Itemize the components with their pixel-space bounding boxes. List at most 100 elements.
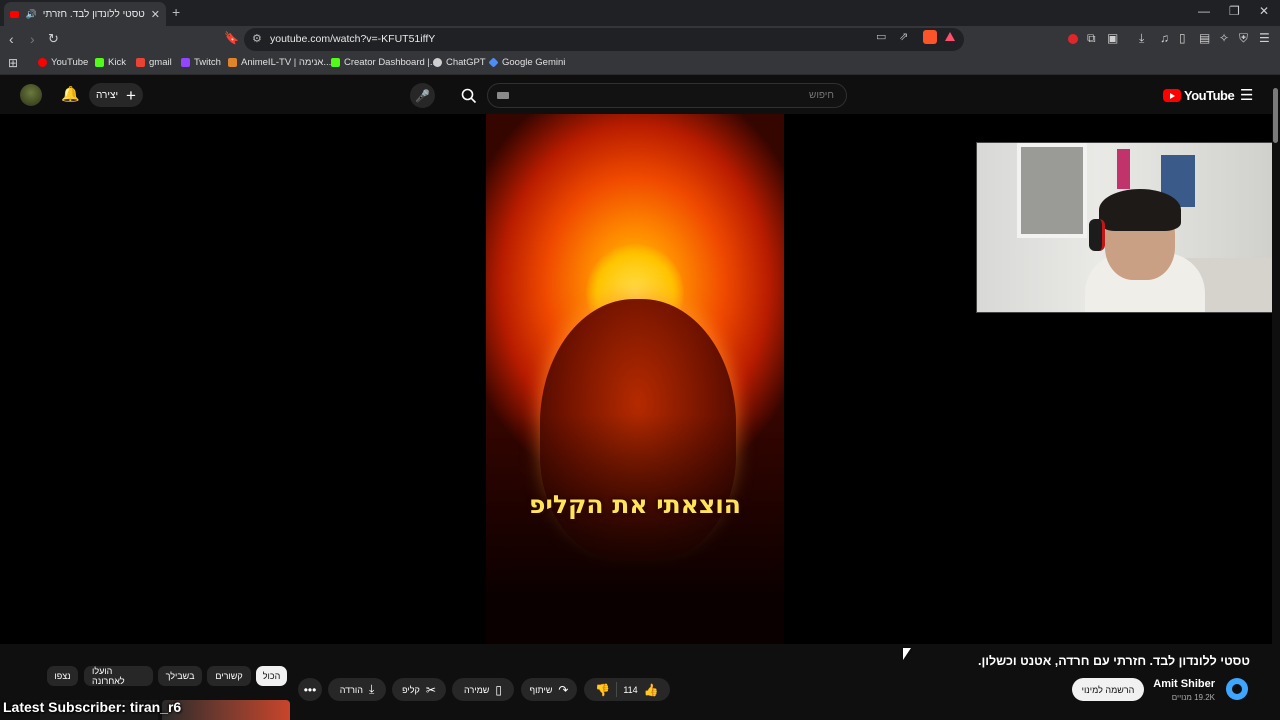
new-tab-icon[interactable]: + — [172, 4, 180, 20]
bookmark-label: Google Gemini — [502, 57, 566, 68]
bookmark-gemini[interactable]: Google Gemini — [488, 57, 566, 68]
dislike-icon[interactable]: 👎 — [595, 683, 610, 697]
chip-related[interactable]: קשורים — [207, 666, 251, 686]
save-button[interactable]: שמירה ▯ — [452, 678, 514, 701]
recommended-video-thumbnail[interactable] — [162, 700, 290, 720]
keyboard-icon[interactable] — [497, 92, 509, 99]
browser-tab-active[interactable]: 🔊 טסטי ללונדון לבד. חזרתי עם ח ✕ — [4, 2, 166, 26]
webcam-poster — [1117, 149, 1130, 189]
guide-menu-icon[interactable]: ☰ — [1240, 86, 1253, 104]
share-button[interactable]: שיתוף ↷ — [521, 678, 577, 701]
close-window-icon[interactable]: ✕ — [1259, 4, 1269, 18]
close-tab-icon[interactable]: ✕ — [151, 8, 160, 21]
cast-icon[interactable]: ▭ — [876, 30, 886, 43]
chip-watched[interactable]: נצפו — [47, 666, 78, 686]
clip-button[interactable]: קליפ ✂ — [392, 678, 446, 701]
gmail-icon — [136, 58, 145, 67]
site-info-icon[interactable]: ⚙ — [252, 32, 262, 45]
address-bar[interactable]: ⚙ youtube.com/watch?v=-KFUT51iffY — [244, 28, 964, 51]
bookmark-label: Kick — [108, 57, 126, 68]
subscribe-button[interactable]: הרשמה למינוי — [1072, 678, 1144, 701]
clip-label: קליפ — [402, 684, 420, 695]
bookmark-label: ChatGPT — [446, 57, 486, 68]
chip-recently-uploaded[interactable]: הועלו לאחרונה — [84, 666, 153, 686]
browser-toolbar: ‹ › ↻ 🔖 ⚙ youtube.com/watch?v=-KFUT51iff… — [0, 26, 1280, 53]
bookmark-youtube[interactable]: YouTube — [38, 57, 88, 68]
like-count[interactable]: 114 — [623, 685, 637, 695]
download-icon[interactable]: ⤓ — [1139, 31, 1144, 46]
vpn-icon[interactable]: ⛨ — [1239, 31, 1248, 46]
sidebar-icon[interactable]: ▯ — [1179, 31, 1186, 45]
share-page-icon[interactable]: ⇗ — [899, 30, 908, 43]
gemini-icon — [488, 57, 499, 68]
download-arrow-icon: ⤓ — [368, 682, 375, 696]
bookmark-label: gmail — [149, 57, 172, 68]
plus-icon: + — [126, 85, 136, 105]
webcam-person-hair — [1099, 189, 1181, 231]
more-actions-button[interactable]: ••• — [298, 678, 322, 701]
menu-icon[interactable]: ☰ — [1259, 31, 1270, 45]
like-icon[interactable]: 👍 — [644, 683, 659, 697]
search-button[interactable] — [456, 83, 481, 108]
extension-record-icon[interactable] — [1068, 34, 1078, 44]
voice-search-mic-icon[interactable]: 🎤 — [410, 83, 435, 108]
video-shadow — [486, 414, 784, 644]
webcam-overlay — [976, 142, 1280, 313]
back-icon[interactable]: ‹ — [9, 31, 14, 47]
bookmark-icon[interactable]: 🔖 — [224, 31, 239, 45]
chip-all[interactable]: הכול — [256, 666, 287, 686]
notifications-bell-icon[interactable]: 🔔 — [61, 85, 80, 103]
bookmark-creator-dashboard[interactable]: Creator Dashboard |... — [331, 57, 438, 68]
media-icon[interactable]: ♫ — [1160, 31, 1169, 45]
restore-icon[interactable]: ❐ — [1229, 4, 1240, 18]
bookmark-twitch[interactable]: Twitch — [181, 57, 221, 68]
wallet-icon[interactable]: ▤ — [1199, 31, 1210, 45]
kick-icon — [95, 58, 104, 67]
bookmark-chatgpt[interactable]: ChatGPT — [433, 57, 486, 68]
channel-subscriber-count: 19.2K מנויים — [1171, 693, 1215, 702]
channel-name[interactable]: Amit Shiber — [1153, 678, 1215, 690]
bookmark-label: Creator Dashboard |... — [344, 57, 438, 68]
create-button[interactable]: יצירה + — [89, 83, 143, 107]
account-avatar[interactable] — [20, 84, 42, 106]
youtube-logo-text: YouTube — [1184, 88, 1235, 103]
browser-tabstrip: 🔊 טסטי ללונדון לבד. חזרתי עם ח ✕ + — ❐ ✕ — [0, 0, 1280, 26]
video-title: טסטי ללונדון לבד. חזרתי עם חרדה, אטנט וכ… — [978, 654, 1250, 668]
extensions-icon[interactable]: ⧉ — [1087, 31, 1096, 46]
apps-grid-icon[interactable]: ⊞ — [8, 56, 18, 70]
page-scrollbar[interactable] — [1272, 76, 1280, 720]
scrollbar-thumb[interactable] — [1273, 88, 1278, 143]
download-label: הורדה — [339, 684, 363, 695]
leo-ai-icon[interactable]: ✧ — [1219, 31, 1229, 45]
chatgpt-icon — [433, 58, 442, 67]
video-frame[interactable]: הוצאתי את הקליפ — [486, 114, 784, 644]
chip-for-you[interactable]: בשבילך — [158, 666, 202, 686]
url-text: youtube.com/watch?v=-KFUT51iffY — [270, 33, 436, 45]
youtube-logo[interactable]: YouTube — [1163, 88, 1235, 103]
bookmark-gmail[interactable]: gmail — [136, 57, 172, 68]
bookmark-animeil[interactable]: AnimeIL-TV | אנימה... — [228, 57, 331, 68]
video-caption: הוצאתי את הקליפ — [529, 490, 741, 519]
brave-rewards-icon[interactable] — [945, 32, 955, 41]
brave-shields-icon[interactable] — [923, 30, 937, 44]
channel-avatar-ring — [1230, 682, 1244, 696]
tab-title: טסטי ללונדון לבד. חזרתי עם ח — [42, 8, 145, 20]
forward-icon[interactable]: › — [30, 31, 35, 47]
stream-latest-subscriber-overlay: Latest Subscriber: tiran_r6 — [3, 699, 182, 715]
youtube-icon — [38, 58, 47, 67]
youtube-play-icon — [1163, 89, 1181, 102]
bookmark-kick[interactable]: Kick — [95, 57, 126, 68]
share-icon: ↷ — [558, 682, 569, 697]
download-button[interactable]: הורדה ⤓ — [328, 678, 386, 701]
minimize-icon[interactable]: — — [1198, 4, 1210, 18]
search-input[interactable] — [487, 83, 847, 108]
bookmarks-bar: ⊞ YouTube Kick gmail Twitch AnimeIL-TV |… — [0, 53, 1280, 75]
channel-avatar[interactable] — [1226, 678, 1248, 700]
animeil-icon — [228, 58, 237, 67]
screenshot-icon[interactable]: ▣ — [1107, 31, 1118, 45]
mouse-cursor — [903, 648, 911, 660]
speaker-icon[interactable]: 🔊 — [25, 9, 36, 20]
more-horizontal-icon: ••• — [303, 682, 317, 697]
webcam-headset — [1089, 219, 1105, 251]
reload-icon[interactable]: ↻ — [48, 31, 59, 47]
